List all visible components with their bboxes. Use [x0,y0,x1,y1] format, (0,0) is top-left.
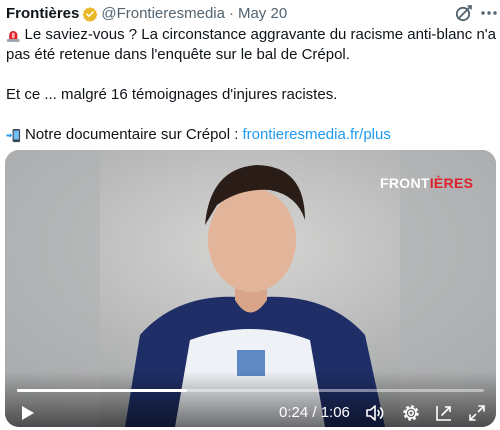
play-icon[interactable] [17,403,37,423]
author-name[interactable]: Frontières [6,4,79,24]
tweet-header: Frontières @Frontieresmedia · May 20 [6,4,287,24]
progress-fill [17,389,187,392]
tweet-date[interactable]: May 20 [238,4,287,24]
rotating-light-icon [6,30,20,42]
verified-badge-icon [82,7,98,22]
tweet-line-2: pas été retenue dans l'enquête sur le ba… [6,45,496,65]
tweet-line-4-text: Notre documentaire sur Crépol : [25,126,239,143]
tweet-line-2-text: pas été retenue dans l'enquête sur le ba… [6,46,350,63]
watermark-main: FRONT [380,175,430,191]
video-controls: 0:24 / 1:06 [5,371,496,427]
more-options-icon[interactable] [480,3,498,23]
progress-bar[interactable] [17,389,484,392]
mobile-phone-arrow-icon [6,128,21,142]
settings-icon[interactable] [401,403,421,423]
tweet-text: Le saviez-vous ? La circonstance aggrava… [6,25,496,145]
video-time: 0:24 / 1:06 [279,404,350,421]
fullscreen-icon[interactable] [467,403,487,423]
separator-dot: · [228,5,234,22]
tweet-line-3-text: Et ce ... malgré 16 témoignages d'injure… [6,86,338,103]
video-watermark: FRONTIÈRES [380,175,473,191]
tweet[interactable]: Frontières @Frontieresmedia · May 20 Le … [0,0,500,430]
volume-icon[interactable] [365,403,385,423]
documentary-link[interactable]: frontieresmedia.fr/plus [242,125,390,145]
watermark-accent: IÈRES [429,175,474,191]
pop-out-icon[interactable] [434,403,454,423]
tweet-line-4: Notre documentaire sur Crépol : frontier… [6,125,496,145]
tweet-line-3: Et ce ... malgré 16 témoignages d'injure… [6,85,496,105]
tweet-line-1: Le saviez-vous ? La circonstance aggrava… [6,25,496,45]
author-handle[interactable]: @Frontieresmedia [101,4,225,24]
video-player[interactable]: FRONTIÈRES 0:24 / 1:06 [5,150,496,427]
grok-icon[interactable] [454,3,474,23]
tweet-line-1-text: Le saviez-vous ? La circonstance aggrava… [24,26,496,43]
